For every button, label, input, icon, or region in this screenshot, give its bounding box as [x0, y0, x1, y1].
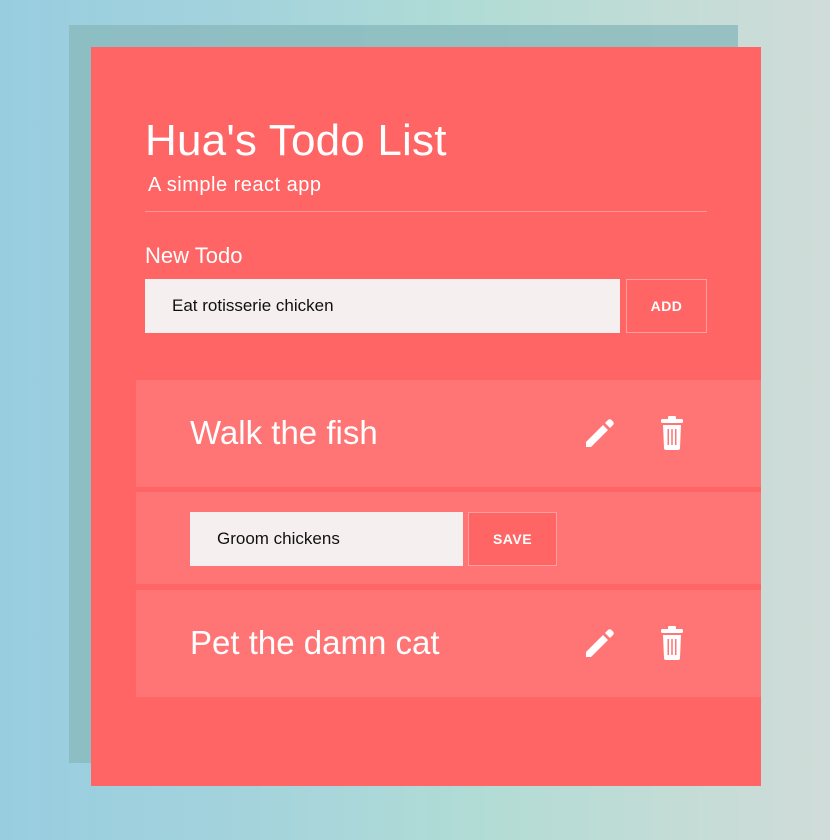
- trash-icon: [661, 626, 683, 660]
- edit-todo-input[interactable]: [190, 512, 463, 566]
- delete-todo-button[interactable]: [652, 623, 692, 663]
- page-subtitle: A simple react app: [148, 174, 322, 196]
- trash-icon: [661, 416, 683, 450]
- todo-item-groom-chickens-edit: SAVE: [136, 492, 761, 584]
- page-title: Hua's Todo List: [145, 116, 447, 165]
- add-button[interactable]: ADD: [626, 279, 707, 333]
- header-divider: [145, 211, 707, 212]
- pencil-icon: [586, 419, 614, 447]
- new-todo-label: New Todo: [145, 243, 243, 268]
- pencil-icon: [586, 629, 614, 657]
- edit-todo-button[interactable]: [580, 623, 620, 663]
- edit-todo-button[interactable]: [580, 413, 620, 453]
- new-todo-input[interactable]: [145, 279, 620, 333]
- todo-text: Walk the fish: [190, 414, 378, 451]
- save-button[interactable]: SAVE: [468, 512, 557, 566]
- todo-app-card: Hua's Todo List A simple react app New T…: [91, 47, 761, 786]
- todo-text: Pet the damn cat: [190, 624, 440, 661]
- delete-todo-button[interactable]: [652, 413, 692, 453]
- todo-item-walk-the-fish: Walk the fish: [136, 380, 761, 487]
- todo-item-pet-the-damn-cat: Pet the damn cat: [136, 590, 761, 697]
